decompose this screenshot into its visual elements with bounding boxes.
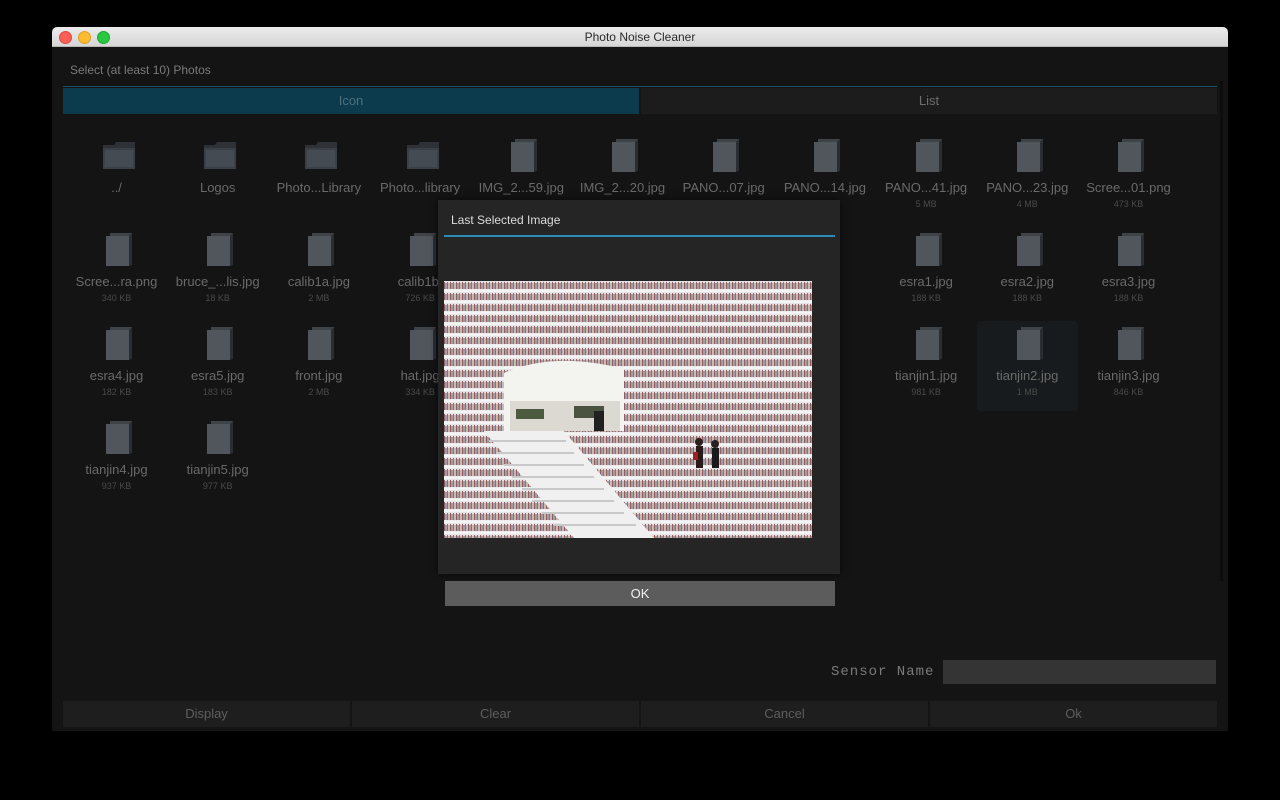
file-icon (915, 233, 942, 266)
file-item[interactable]: Scree...ra.png 340 KB (66, 227, 167, 317)
file-icon (308, 327, 335, 360)
folder-icon (103, 142, 135, 169)
file-icon (106, 421, 132, 454)
preview-image (444, 281, 812, 538)
file-icon (1118, 233, 1144, 266)
file-item[interactable]: tianjin4.jpg 937 KB (66, 415, 167, 505)
file-icon (915, 139, 942, 172)
file-size: 2 MB (308, 293, 330, 303)
file-size: 846 KB (1113, 387, 1144, 397)
file-item[interactable]: PANO...23.jpg 4 MB (977, 133, 1078, 223)
file-name: esra3.jpg (1101, 274, 1156, 289)
file-icon (814, 139, 841, 172)
file-item[interactable]: esra2.jpg 188 KB (977, 227, 1078, 317)
file-size: 188 KB (1012, 293, 1043, 303)
file-size: 2 MB (308, 387, 330, 397)
file-size: 977 KB (202, 481, 233, 491)
file-item[interactable]: tianjin3.jpg 846 KB (1078, 321, 1179, 411)
tab-list[interactable]: List (641, 88, 1217, 114)
file-size: 1 MB (1016, 387, 1038, 397)
folder-item[interactable]: ../ (66, 133, 167, 223)
file-size: 188 KB (911, 293, 941, 303)
scrollbar[interactable] (1220, 81, 1223, 581)
file-icon (207, 421, 234, 454)
file-icon (1016, 327, 1043, 360)
file-icon (308, 233, 335, 266)
last-selected-image-dialog: Last Selected Image (438, 200, 840, 574)
file-item[interactable]: calib1a.jpg 2 MB (268, 227, 369, 317)
file-icon (915, 327, 942, 360)
select-photos-label: Select (at least 10) Photos (70, 63, 211, 77)
view-tabs: Icon List (63, 86, 1217, 115)
file-item[interactable]: esra1.jpg 188 KB (876, 227, 977, 317)
file-size: 182 KB (101, 387, 132, 397)
bottom-button-row: Display Clear Cancel Ok (63, 701, 1217, 727)
file-item[interactable]: tianjin5.jpg 977 KB (167, 415, 268, 505)
dialog-title: Last Selected Image (451, 213, 561, 227)
file-item[interactable]: tianjin1.jpg 981 KB (876, 321, 977, 411)
file-item[interactable]: esra3.jpg 188 KB (1078, 227, 1179, 317)
folder-icon (204, 142, 237, 169)
file-name: Scree...01.png (1086, 180, 1171, 195)
file-size: 981 KB (911, 387, 941, 397)
folder-item[interactable]: Logos (167, 133, 268, 223)
file-icon (1118, 327, 1144, 360)
file-icon (510, 139, 537, 172)
sensor-name-label: Sensor Name (831, 664, 935, 680)
file-icon (1118, 139, 1144, 172)
window-title: Photo Noise Cleaner (584, 30, 696, 44)
file-size: 18 KB (205, 293, 230, 303)
file-size: 340 KB (101, 293, 132, 303)
file-item[interactable]: esra5.jpg 183 KB (167, 321, 268, 411)
cancel-button[interactable]: Cancel (641, 701, 928, 727)
file-icon (207, 233, 234, 266)
file-icon (106, 233, 132, 266)
file-icon (612, 139, 638, 172)
folder-item[interactable]: Photo...Library (268, 133, 369, 223)
file-icon (713, 139, 740, 172)
dialog-title-underline (444, 235, 835, 237)
file-icon (207, 327, 234, 360)
display-button[interactable]: Display (63, 701, 350, 727)
file-name: tianjin3.jpg (1097, 368, 1160, 383)
file-icon (106, 327, 132, 360)
folder-icon (406, 142, 439, 169)
file-item[interactable]: bruce_...lis.jpg 18 KB (167, 227, 268, 317)
sensor-name-input[interactable] (943, 660, 1216, 684)
file-item[interactable]: PANO...41.jpg 5 MB (876, 133, 977, 223)
file-icon (1016, 233, 1043, 266)
file-size: 4 MB (1016, 199, 1038, 209)
file-icon (1016, 139, 1043, 172)
file-size: 183 KB (202, 387, 233, 397)
dialog-ok-button[interactable]: OK (445, 581, 835, 606)
file-size: 473 KB (1113, 199, 1144, 209)
file-icon (409, 233, 436, 266)
file-icon (409, 327, 436, 360)
file-item[interactable]: esra4.jpg 182 KB (66, 321, 167, 411)
clear-button[interactable]: Clear (352, 701, 639, 727)
file-size: 5 MB (915, 199, 937, 209)
file-item[interactable]: tianjin2.jpg 1 MB (976, 321, 1078, 411)
title-bar: Photo Noise Cleaner (52, 27, 1228, 47)
file-item[interactable]: Scree...01.png 473 KB (1078, 133, 1179, 223)
tab-icon[interactable]: Icon (63, 88, 639, 114)
file-size: 188 KB (1113, 293, 1144, 303)
file-size: 937 KB (101, 481, 132, 491)
file-item[interactable]: front.jpg 2 MB (268, 321, 369, 411)
ok-button[interactable]: Ok (930, 701, 1217, 727)
file-name: tianjin5.jpg (186, 462, 249, 477)
folder-icon (305, 142, 338, 169)
